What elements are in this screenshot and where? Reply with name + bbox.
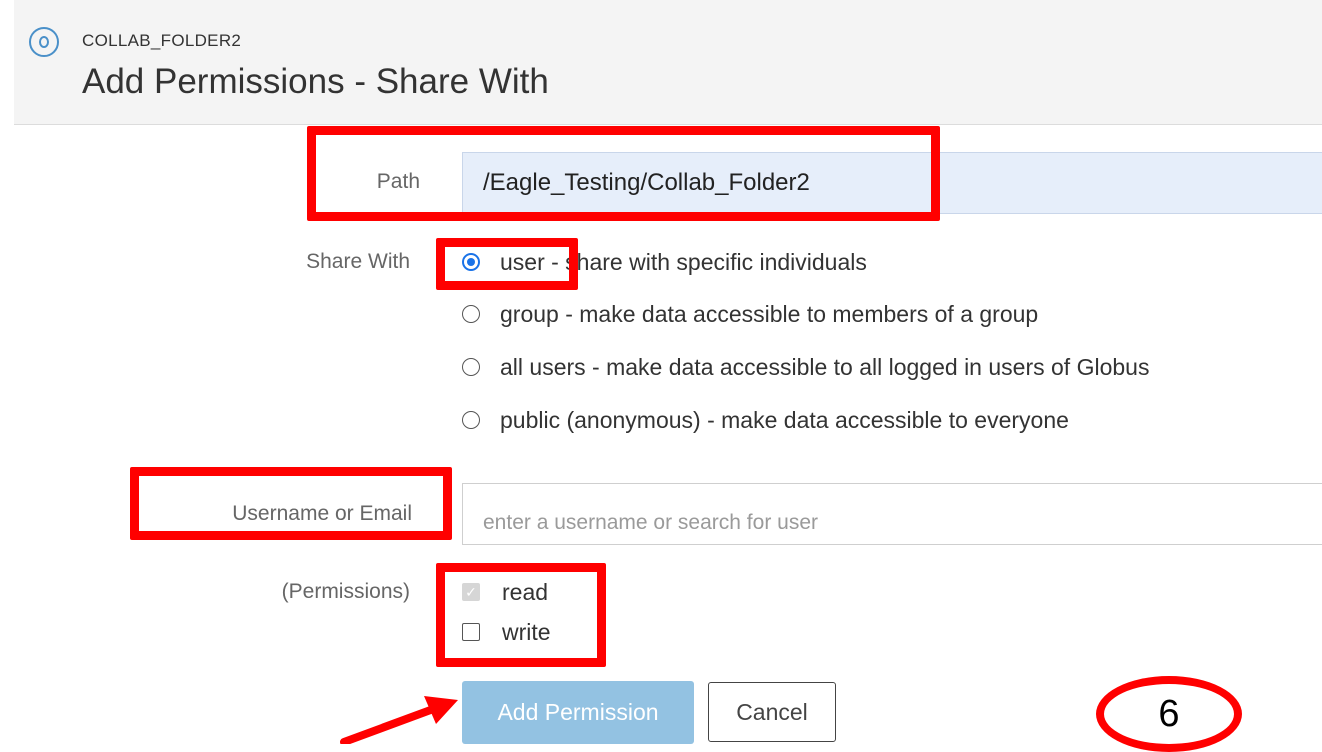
add-permission-button[interactable]: Add Permission <box>462 681 694 744</box>
page-title: Add Permissions - Share With <box>82 62 549 101</box>
radio-public[interactable] <box>462 411 480 429</box>
step-number: 6 <box>1158 692 1180 735</box>
share-option-group[interactable]: group - make data accessible to members … <box>462 299 1038 329</box>
step-number-badge: 6 <box>1096 676 1242 752</box>
share-option-label: group - make data accessible to members … <box>500 300 1039 327</box>
share-option-label: public (anonymous) - make data accessibl… <box>500 406 1069 433</box>
radio-group[interactable] <box>462 305 480 323</box>
path-highlight-box <box>307 126 940 221</box>
user-option-highlight-box <box>436 238 578 290</box>
share-option-all-users[interactable]: all users - make data accessible to all … <box>462 352 1149 382</box>
radio-all-users[interactable] <box>462 358 480 376</box>
share-with-label: Share With <box>306 250 410 273</box>
username-input[interactable] <box>462 483 1322 545</box>
permissions-label: (Permissions) <box>281 580 410 603</box>
cancel-button[interactable]: Cancel <box>708 682 836 742</box>
collection-name: COLLAB_FOLDER2 <box>82 31 242 50</box>
username-highlight-box <box>130 467 452 540</box>
share-option-public[interactable]: public (anonymous) - make data accessibl… <box>462 405 1069 435</box>
page-header: COLLAB_FOLDER2 Add Permissions - Share W… <box>14 0 1322 125</box>
collection-icon <box>29 27 59 57</box>
arrow-icon <box>340 696 458 744</box>
share-option-label: all users - make data accessible to all … <box>500 353 1150 380</box>
permissions-highlight-box <box>436 563 606 667</box>
